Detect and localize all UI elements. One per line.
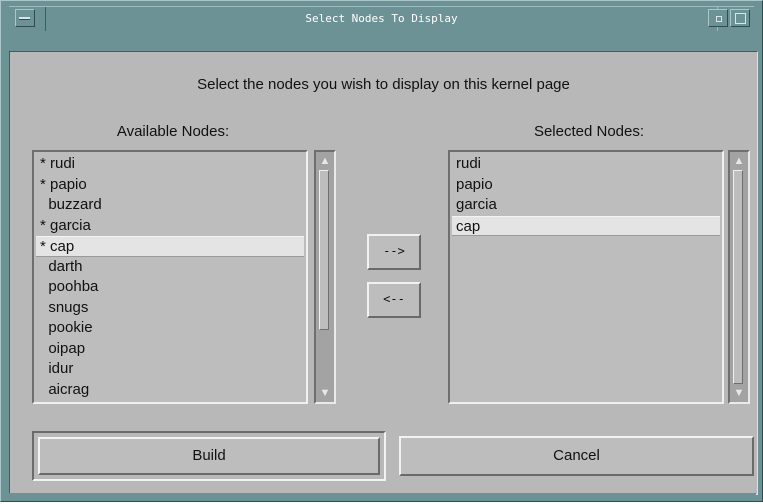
list-item[interactable]: rudi (452, 154, 720, 175)
list-item[interactable]: garcia (452, 195, 720, 216)
list-item[interactable]: poohba (36, 277, 304, 298)
list-item[interactable]: idur (36, 359, 304, 380)
dialog-window: Select Nodes To Display Select the nodes… (0, 0, 763, 502)
scroll-up-icon[interactable]: ▲ (732, 154, 746, 168)
list-item[interactable]: pookie (36, 318, 304, 339)
selected-nodes-list[interactable]: rudi papio garcia cap (448, 150, 724, 404)
build-button[interactable]: Build (38, 437, 380, 475)
list-item[interactable]: * rudi (36, 154, 304, 175)
cancel-button[interactable]: Cancel (399, 436, 754, 476)
available-nodes-label: Available Nodes: (116, 123, 230, 140)
available-nodes-list[interactable]: * rudi * papio buzzard * garcia * cap darth… (32, 150, 308, 404)
maximize-icon[interactable] (730, 9, 750, 27)
list-item[interactable]: * cap (36, 236, 304, 257)
list-item[interactable]: cap (452, 215, 720, 236)
build-button-default-ring: Build (32, 431, 386, 481)
list-item[interactable]: * papio (36, 175, 304, 196)
frame-spacer (9, 31, 756, 51)
scroll-thumb[interactable] (319, 170, 329, 330)
minimize-icon[interactable] (708, 9, 728, 27)
scroll-down-icon[interactable]: ▼ (732, 386, 746, 400)
selected-nodes-label: Selected Nodes: (533, 123, 645, 140)
list-item[interactable]: darth (36, 257, 304, 278)
add-node-button[interactable]: --> (367, 234, 421, 270)
instruction-text: Select the nodes you wish to display on … (197, 76, 570, 93)
window-title: Select Nodes To Display (45, 7, 718, 31)
list-item[interactable]: buzzard (36, 195, 304, 216)
dialog-body: Select the nodes you wish to display on … (9, 51, 758, 495)
list-item[interactable]: papio (452, 175, 720, 196)
scroll-up-icon[interactable]: ▲ (318, 154, 332, 168)
remove-node-button[interactable]: <-- (367, 282, 421, 318)
scroll-down-icon[interactable]: ▼ (318, 386, 332, 400)
window-menu-icon[interactable] (15, 9, 35, 27)
title-bar[interactable]: Select Nodes To Display (9, 6, 754, 32)
selected-scrollbar[interactable]: ▲ ▼ (728, 150, 750, 404)
list-item[interactable]: oipap (36, 339, 304, 360)
scroll-thumb[interactable] (733, 170, 743, 384)
list-item[interactable]: aicrag (36, 380, 304, 401)
available-scrollbar[interactable]: ▲ ▼ (314, 150, 336, 404)
list-item[interactable]: * garcia (36, 216, 304, 237)
list-item[interactable]: snugs (36, 298, 304, 319)
frame-bottom (9, 493, 756, 499)
